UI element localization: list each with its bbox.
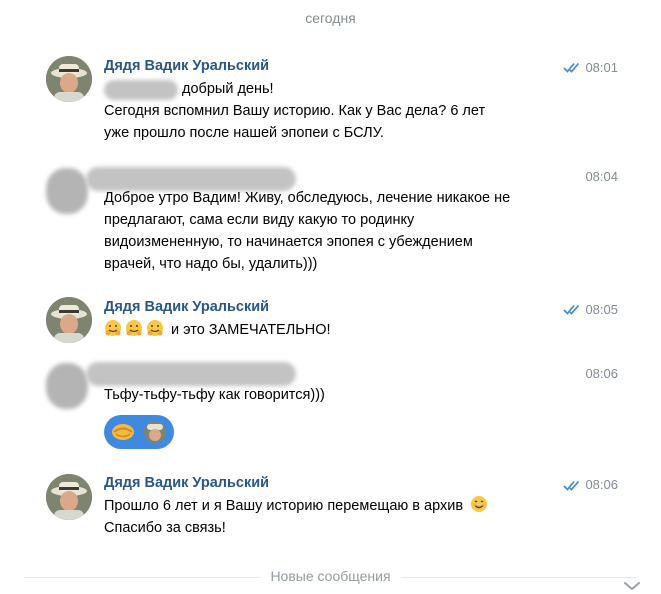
sticker-pack[interactable]	[104, 415, 174, 449]
message-time: 08:06	[585, 366, 618, 381]
message-line: предлагают, сама если виду какую то роди…	[104, 212, 415, 228]
hugging-face-emoji-icon	[105, 320, 121, 336]
message-time: 08:01	[585, 60, 618, 75]
date-separator: сегодня	[305, 10, 356, 26]
message-time: 08:05	[585, 302, 618, 317]
smiling-face-emoji-icon	[471, 496, 488, 512]
message-line: врачей, что надо бы, удалить)))	[104, 256, 318, 272]
new-messages-label: Новые сообщения	[0, 568, 661, 584]
hugging-face-emoji-icon	[126, 320, 142, 336]
double-check-icon	[563, 304, 580, 315]
message-line: добрый день!	[182, 81, 274, 97]
message-line: уже прошло после нашей эпопеи с БСЛУ.	[104, 125, 384, 141]
message-time: 08:06	[585, 477, 618, 492]
message-time: 08:04	[585, 169, 618, 184]
redacted-author	[86, 362, 296, 386]
message-line: Спасибо за связь!	[104, 520, 226, 536]
message-line: видоизмененную, то начинается эпопея с у…	[104, 234, 473, 250]
message-text: Доброе утро Вадим! Живу, обследуюсь, леч…	[104, 187, 584, 275]
message-text: добрый день! Сегодня вспомнил Вашу истор…	[104, 78, 584, 144]
message-line: и это ЗАМЕЧАТЕЛЬНО!	[171, 322, 331, 338]
message-text: и это ЗАМЕЧАТЕЛЬНО!	[104, 319, 584, 341]
avatar[interactable]	[46, 297, 92, 343]
message-author[interactable]: Дядя Вадик Уральский	[104, 58, 269, 74]
hugging-face-emoji-icon	[147, 320, 163, 336]
chevron-down-icon[interactable]	[621, 578, 643, 594]
avatar[interactable]	[46, 363, 88, 409]
message-author[interactable]: Дядя Вадик Уральский	[104, 299, 269, 315]
message-line: Прошло 6 лет и я Вашу историю перемещаю …	[104, 498, 464, 514]
avatar[interactable]	[46, 56, 92, 102]
message-text: Тьфу-тьфу-тьфу как говорится)))	[104, 384, 584, 406]
double-check-icon	[563, 62, 580, 73]
avatar[interactable]	[46, 474, 92, 520]
sticker-avatar-icon	[144, 421, 166, 443]
message-line: Тьфу-тьфу-тьфу как говорится)))	[104, 387, 325, 403]
double-check-icon	[563, 480, 580, 491]
message-line: Доброе утро Вадим! Живу, обследуюсь, леч…	[104, 190, 511, 206]
message-line: Сегодня вспомнил Вашу историю. Как у Вас…	[104, 103, 486, 119]
message-author[interactable]: Дядя Вадик Уральский	[104, 475, 269, 491]
message-text: Прошло 6 лет и я Вашу историю перемещаю …	[104, 495, 584, 539]
avatar[interactable]	[46, 168, 88, 214]
handshake-emoji-icon	[112, 424, 134, 440]
